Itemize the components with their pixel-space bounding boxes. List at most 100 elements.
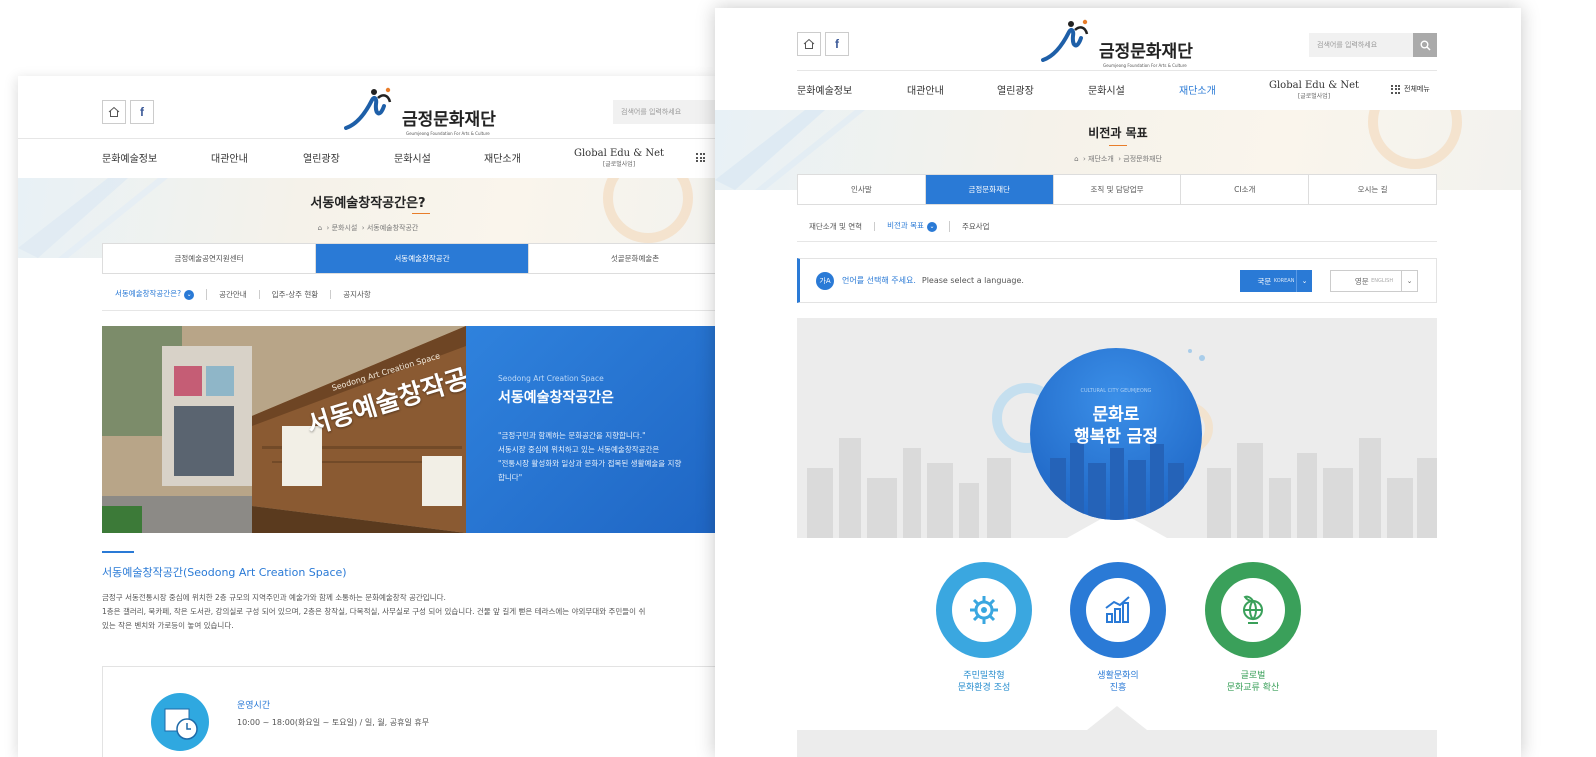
chevron-down-icon: ⌄ [1401, 271, 1417, 291]
logo-subtitle: Geumjeong Foundation For Arts & Culture [1103, 63, 1187, 68]
body-line: 1층은 갤러리, 북카페, 작은 도서관, 강의실로 구성 되어 있으며, 2층… [102, 607, 646, 616]
subtab-space-guide[interactable]: 공간안내 [207, 290, 260, 299]
breadcrumb: ⌂ › 문화시설 › 서동예술창작공간 [317, 224, 419, 232]
pillar-global-circle [1205, 562, 1301, 658]
nav-item-facilities[interactable]: 문화시설 [394, 150, 431, 165]
section-tabs: 금정예술공연지원센터 서동예술창작공간 섯골문화예술촌 [102, 243, 718, 274]
main-nav: 문화예술정보 대관안내 열린광장 문화시설 재단소개 Global Edu & … [18, 138, 718, 176]
english-button[interactable]: 영문 ENGLISH ⌄ [1330, 270, 1418, 292]
search-input[interactable]: 검색어를 입력하세요 [1309, 33, 1413, 57]
search-button[interactable] [1413, 33, 1437, 57]
korean-button[interactable]: 국문 KOREAN ⌄ [1240, 270, 1312, 292]
vision-graphic: CULTURAL CITY GEUMJEONG 문화로 행복한 금정 [797, 318, 1437, 538]
globe-plant-icon [1221, 578, 1285, 642]
nav-item-rental[interactable]: 대관안내 [907, 82, 944, 97]
pillar-line: 문화교류 확산 [1226, 683, 1280, 693]
nav-item-open-plaza[interactable]: 열린광장 [303, 150, 340, 165]
nav-item-open-plaza[interactable]: 열린광장 [997, 82, 1034, 97]
breadcrumb-item[interactable]: 금정문화재단 [1123, 155, 1162, 163]
home-icon [108, 106, 120, 117]
subtab-about[interactable]: 서동예술창작공간은? ⌄ [102, 289, 208, 300]
main-nav: 문화예술정보 대관안내 열린광장 문화시설 재단소개 Global Edu & … [797, 70, 1437, 108]
intro-panel-desc: "금정구민과 함께하는 문화공간을 지향합니다." 서동시장 중심에 위치하고 … [498, 429, 718, 485]
breadcrumb-item[interactable]: 재단소개 [1088, 155, 1114, 163]
facebook-icon: f [140, 105, 144, 119]
growth-chart-icon [1086, 578, 1150, 642]
body-line: 있는 작은 벤치와 가로등이 놓여 있습니다. [102, 621, 234, 630]
section-line [102, 551, 134, 553]
all-menu-button[interactable]: 전체메뉴 [1391, 84, 1430, 94]
subtab-residents[interactable]: 입주-상주 현황 [260, 290, 332, 299]
pillar-living-culture-circle [1070, 562, 1166, 658]
page-title: 비전과 목표 [1088, 126, 1148, 140]
vision-circle: CULTURAL CITY GEUMJEONG 문화로 행복한 금정 [1030, 348, 1202, 520]
home-button[interactable] [102, 100, 126, 124]
language-prompt-ko: 언어를 선택해 주세요. [842, 276, 916, 285]
divider [797, 241, 1437, 242]
home-button[interactable] [797, 32, 821, 56]
building-photo: 서동예술창작공간 Seodong Art Creation Space [102, 326, 466, 533]
facebook-button[interactable]: f [825, 32, 849, 56]
pillar-global-label: 글로벌 문화교류 확산 [1203, 670, 1303, 694]
breadcrumb-item[interactable]: 문화시설 [332, 224, 358, 232]
desc-line: "전통시장 활성화와 일상과 문화가 접목된 생활예술을 지향 [498, 459, 682, 468]
breadcrumb-item[interactable]: 서동예술창작공간 [367, 224, 419, 232]
vision-line2: 행복한 금정 [1073, 427, 1159, 447]
nav-item-culture-info[interactable]: 문화예술정보 [102, 150, 157, 165]
body-line: 금정구 서동전통시장 중심에 위치한 2층 규모의 지역주민과 예술가와 함께 … [102, 593, 446, 602]
nav-item-global[interactable]: Global Edu & Net [글로벌사업] [574, 148, 664, 170]
subtab-history[interactable]: 재단소개 및 연혁 [797, 222, 876, 231]
facebook-button[interactable]: f [130, 100, 154, 124]
next-section [797, 730, 1437, 757]
breadcrumb-home-icon[interactable]: ⌂ [318, 224, 322, 232]
info-title: 운영시간 [237, 701, 271, 711]
chevron-down-icon: ⌄ [926, 222, 937, 232]
desc-line: 서동시장 중심에 위치하고 있는 서동예술창작공간은 [498, 445, 660, 454]
title-underline [1109, 145, 1127, 146]
building-illustration [102, 326, 466, 533]
chevron-down-icon: ⌄ [184, 290, 195, 300]
logo[interactable]: 금정문화재단 Geumjeong Foundation For Arts & C… [344, 84, 496, 136]
nav-item-global[interactable]: Global Edu & Net [글로벌사업] [1269, 80, 1359, 102]
pillar-community-circle [936, 562, 1032, 658]
tab-performance-center[interactable]: 금정예술공연지원센터 [103, 244, 316, 273]
logo-subtitle: Geumjeong Foundation For Arts & Culture [406, 131, 490, 136]
breadcrumb-home-icon[interactable]: ⌂ [1074, 155, 1078, 163]
desc-line: 합니다" [498, 473, 523, 482]
pillar-line: 문화환경 조성 [957, 683, 1011, 693]
vision-kicker: CULTURAL CITY GEUMJEONG [1080, 388, 1152, 394]
all-menu-icon[interactable] [696, 153, 705, 162]
pillar-line: 주민밀착형 [963, 671, 1005, 681]
nav-item-about[interactable]: 재단소개 [484, 150, 521, 165]
tab-ci[interactable]: CI소개 [1181, 175, 1310, 204]
nav-item-about[interactable]: 재단소개 [1179, 82, 1216, 97]
tab-organization[interactable]: 조직 및 담당업무 [1054, 175, 1182, 204]
tab-foundation[interactable]: 금정문화재단 [925, 175, 1054, 204]
search-input[interactable]: 검색어를 입력하세요 [613, 100, 718, 124]
info-value: 10:00 ~ 18:00(화요일 ~ 토요일) / 일, 월, 공휴일 휴무 [237, 718, 430, 727]
subtab-vision[interactable]: 비전과 목표 ⌄ [875, 221, 950, 232]
logo[interactable]: 금정문화재단 Geumjeong Foundation For Arts & C… [1041, 16, 1193, 68]
tab-greeting[interactable]: 인사말 [798, 175, 926, 204]
tab-directions[interactable]: 오시는 길 [1309, 175, 1436, 204]
pillar-line: 글로벌 [1240, 671, 1266, 681]
nav-item-rental[interactable]: 대관안내 [211, 150, 248, 165]
page-title: 서동예술창작공간은? [310, 196, 426, 211]
subtab-about-label: 서동예술창작공간은? [115, 289, 182, 298]
tab-seotgol-village[interactable]: 섯골문화예술촌 [529, 244, 718, 273]
logo-text: 금정문화재단 [402, 110, 496, 130]
nav-item-culture-info[interactable]: 문화예술정보 [797, 82, 852, 97]
sub-tabs: 서동예술창작공간은? ⌄ 공간안내 입주-상주 현황 공지사항 [102, 289, 383, 300]
nav-item-facilities[interactable]: 문화시설 [1088, 82, 1125, 97]
subtab-notice[interactable]: 공지사항 [331, 290, 383, 299]
subtab-projects[interactable]: 주요사업 [950, 222, 1002, 231]
pointer-triangle [1087, 706, 1147, 730]
pillar-community-label: 주민밀착형 문화환경 조성 [934, 670, 1034, 694]
tab-seodong-space[interactable]: 서동예술창작공간 [316, 244, 529, 273]
clock-calendar-icon [151, 693, 209, 751]
chevron-down-icon: ⌄ [1296, 270, 1312, 292]
facebook-icon: f [835, 37, 839, 51]
logo-mark-icon [1041, 19, 1089, 62]
language-selector: 가A 언어를 선택해 주세요. Please select a language… [797, 258, 1437, 303]
nav-global-sub: [글로벌사업] [602, 161, 636, 168]
